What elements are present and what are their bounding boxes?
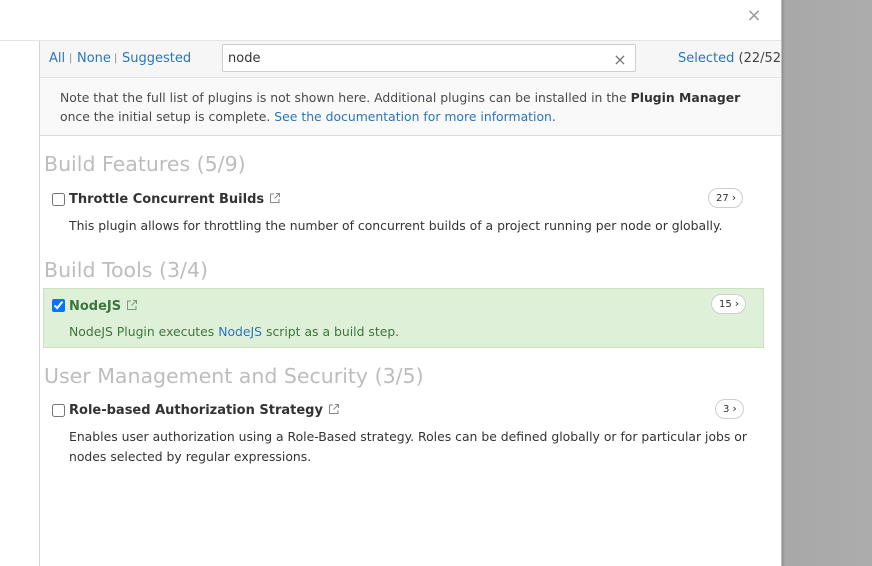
plugin-item-throttle-concurrent-builds: Throttle Concurrent Builds This plugin a… [43,187,764,237]
plugin-item-role-based-authorization: Role-based Authorization Strategy Enable… [43,398,764,468]
setup-wizard-dialog: × All | None | Suggested × Selected (22/… [0,0,782,566]
plugin-item-nodejs: NodeJS NodeJS Plugin executes NodeJS scr… [43,288,764,348]
dialog-header: × [0,0,781,41]
plugin-search-box: × [222,44,636,72]
dependency-count: 27 [716,193,729,204]
select-none-link[interactable]: None [77,51,111,66]
plugin-name: Throttle Concurrent Builds [69,192,265,207]
section-title-build-tools: Build Tools (3/4) [44,258,208,282]
chevron-right-icon: › [732,402,737,415]
dependency-count: 15 [719,299,732,310]
plugin-manager-label: Plugin Manager [630,90,741,105]
plugin-description: NodeJS Plugin executes NodeJS script as … [69,324,400,339]
left-margin [0,41,40,566]
chevron-right-icon: › [731,191,737,204]
plugin-description: Enables user authorization using a Role-… [69,429,747,464]
section-title-user-management: User Management and Security (3/5) [44,364,424,388]
clear-search-icon[interactable]: × [611,51,629,69]
dependencies-badge[interactable]: 3 › [715,399,744,419]
modal-backdrop [782,0,872,566]
notice-text: Note that the full list of plugins is no… [60,90,741,124]
selected-label: Selected [678,51,735,66]
dependency-count: 3 [723,404,730,415]
separator: | [114,53,118,64]
dependencies-badge[interactable]: 27 › [708,188,744,208]
external-link-icon[interactable] [269,192,281,204]
documentation-link[interactable]: See the documentation for more informati… [274,109,552,124]
chevron-right-icon: › [734,297,740,310]
selected-count: (22/52) [738,51,782,66]
section-title-build-features: Build Features (5/9) [44,152,246,176]
plugin-checkbox[interactable] [52,193,65,206]
selected-plugins-link[interactable]: Selected (22/52) [678,51,781,66]
external-link-icon[interactable] [126,299,138,311]
plugin-description: This plugin allows for throttling the nu… [69,218,723,233]
dependencies-badge[interactable]: 15 › [711,294,747,314]
plugin-checkbox[interactable] [52,404,65,417]
select-suggested-link[interactable]: Suggested [122,51,191,66]
nodejs-link[interactable]: NodeJS [218,324,262,339]
plugin-name: NodeJS [69,299,122,314]
external-link-icon[interactable] [328,403,340,415]
plugin-selection-panel: All | None | Suggested × Selected (22/52… [40,41,781,566]
plugin-search-input[interactable] [228,50,608,66]
plugin-manager-notice: Note that the full list of plugins is no… [40,78,781,136]
select-all-link[interactable]: All [49,51,65,66]
plugin-name: Role-based Authorization Strategy [69,403,323,418]
selection-toolbar: All | None | Suggested × Selected (22/52… [40,41,781,78]
separator: | [69,53,73,64]
close-icon[interactable]: × [744,5,764,27]
plugin-checkbox[interactable] [52,299,65,312]
